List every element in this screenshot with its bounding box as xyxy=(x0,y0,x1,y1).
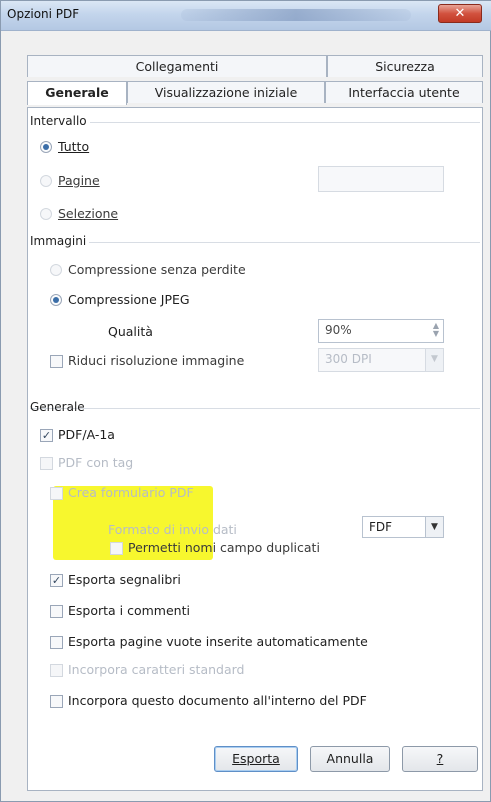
tab-sicurezza[interactable]: Sicurezza xyxy=(327,55,483,77)
export-button-label: Esporta xyxy=(232,751,280,766)
label-compressione-jpeg-text: Compressione JPEG xyxy=(68,292,190,307)
label-selezione-text: Selezione xyxy=(58,206,119,221)
radio-pagine-label[interactable]: Pagine xyxy=(58,173,100,188)
dialog-client-area: Collegamenti Sicurezza Generale Visualiz… xyxy=(9,31,483,797)
incorpora-caratteri-label[interactable]: Incorpora caratteri standard xyxy=(68,662,244,677)
pdf-options-dialog: Opzioni PDF ✕ Collegamenti Sicurezza Gen… xyxy=(0,0,491,802)
qualita-label: Qualità xyxy=(108,324,153,339)
checkbox-esporta-pagine-vuote[interactable] xyxy=(50,636,63,649)
incorpora-documento-label[interactable]: Incorpora questo documento all'interno d… xyxy=(68,693,367,708)
radio-compressione-senza-perdite[interactable] xyxy=(50,264,62,276)
nomi-duplicati-label[interactable]: Permetti nomi campo duplicati xyxy=(128,540,320,555)
qualita-spinner[interactable]: 90% ▲ ▼ xyxy=(318,319,444,343)
help-button-label: ? xyxy=(436,751,444,766)
formato-invio-label: Formato di invio dati xyxy=(108,522,237,537)
formato-invio-value: FDF xyxy=(369,520,393,534)
close-icon: ✕ xyxy=(454,6,466,21)
esporta-commenti-label[interactable]: Esporta i commenti xyxy=(68,603,190,618)
export-button[interactable]: Esporta xyxy=(214,746,298,772)
radio-pagine[interactable] xyxy=(40,175,52,187)
pdf-con-tag-label[interactable]: PDF con tag xyxy=(58,455,133,470)
checkbox-pdf-con-tag[interactable] xyxy=(40,457,53,470)
tab-row-back: Collegamenti Sicurezza xyxy=(27,55,483,77)
tab-interfaccia-utente[interactable]: Interfaccia utente xyxy=(325,81,483,103)
radio-compressione-senza-perdite-label[interactable]: Compressione senza perdite xyxy=(68,262,246,277)
pages-input[interactable] xyxy=(318,166,444,192)
radio-tutto-label[interactable]: Tutto xyxy=(58,139,89,154)
formato-invio-dropdown[interactable]: FDF ▼ xyxy=(362,516,444,538)
chevron-down-icon: ▼ xyxy=(425,349,443,371)
qualita-value: 90% xyxy=(325,323,352,337)
checkbox-incorpora-documento[interactable] xyxy=(50,695,63,708)
tab-collegamenti[interactable]: Collegamenti xyxy=(27,55,327,77)
label-tutto-text: Tutto xyxy=(58,139,90,154)
cancel-button[interactable]: Annulla xyxy=(310,746,390,772)
divider xyxy=(30,242,480,243)
crea-formulario-label[interactable]: Crea formulario PDF xyxy=(68,485,194,500)
group-label-intervallo: Intervallo xyxy=(30,114,90,128)
radio-compressione-jpeg[interactable] xyxy=(50,294,62,306)
group-label-generale: Generale xyxy=(30,400,85,414)
title-bar-blur xyxy=(181,9,411,21)
radio-selezione[interactable] xyxy=(40,208,52,220)
checkbox-riduci-risoluzione[interactable] xyxy=(50,355,63,368)
window-title: Opzioni PDF xyxy=(7,7,80,21)
pdfa-label[interactable]: PDF/A-1a xyxy=(58,427,115,442)
checkbox-esporta-segnalibri[interactable]: ✓ xyxy=(50,574,63,587)
tab-row-front: Generale Visualizzazione iniziale Interf… xyxy=(27,81,483,105)
checkbox-crea-formulario[interactable] xyxy=(50,487,63,500)
checkbox-pdfa[interactable]: ✓ xyxy=(40,429,53,442)
tab-panel-generale: Intervallo Tutto Pagine Selezione Immagi… xyxy=(27,107,483,791)
checkbox-esporta-commenti[interactable] xyxy=(50,605,63,618)
esporta-segnalibri-label[interactable]: Esporta segnalibri xyxy=(68,572,181,587)
dpi-dropdown[interactable]: 300 DPI ▼ xyxy=(318,348,444,372)
help-button[interactable]: ? xyxy=(402,746,478,772)
esporta-pagine-vuote-label[interactable]: Esporta pagine vuote inserite automatica… xyxy=(68,634,368,649)
radio-compressione-jpeg-label[interactable]: Compressione JPEG xyxy=(68,292,190,307)
tab-visualizzazione-iniziale[interactable]: Visualizzazione iniziale xyxy=(127,81,325,103)
cancel-button-label: Annulla xyxy=(326,751,374,766)
riduci-risoluzione-label[interactable]: Riduci risoluzione immagine xyxy=(68,353,244,368)
label-pagine-text: Pagine xyxy=(58,173,100,188)
chevron-down-icon: ▼ xyxy=(425,517,443,537)
group-label-immagini: Immagini xyxy=(30,234,90,248)
divider xyxy=(30,408,480,409)
title-bar[interactable]: Opzioni PDF ✕ xyxy=(1,1,491,31)
tab-generale[interactable]: Generale xyxy=(27,81,127,105)
close-button[interactable]: ✕ xyxy=(438,4,482,23)
checkbox-nomi-duplicati[interactable] xyxy=(110,542,123,555)
radio-selezione-label[interactable]: Selezione xyxy=(58,206,118,221)
checkbox-incorpora-caratteri[interactable] xyxy=(50,664,63,677)
spinner-arrows-icon[interactable]: ▲ ▼ xyxy=(433,322,439,338)
dpi-value: 300 DPI xyxy=(325,352,372,366)
divider xyxy=(30,122,480,123)
label-compressione-senza-perdite-text: Compressione senza perdite xyxy=(68,262,246,277)
radio-tutto[interactable] xyxy=(40,141,52,153)
